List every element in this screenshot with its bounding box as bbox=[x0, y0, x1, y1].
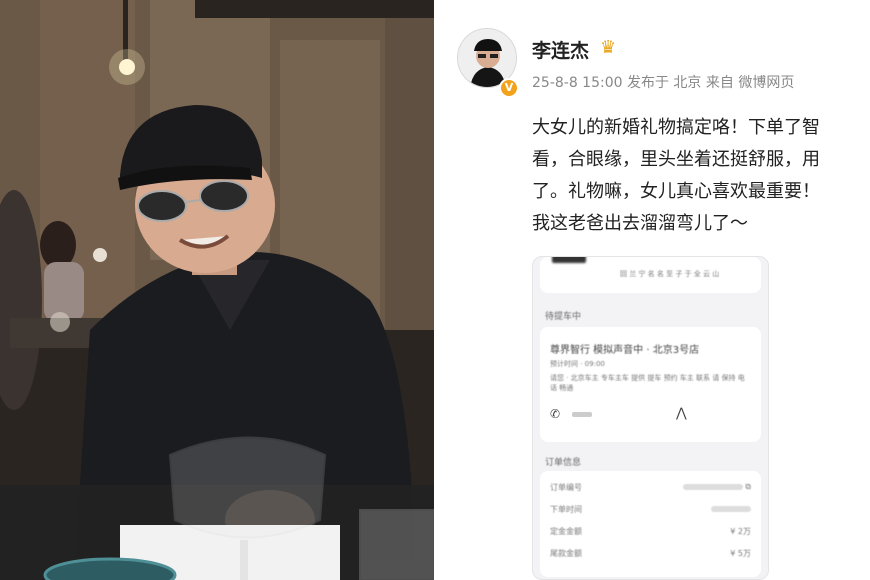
post-text-line: 我这老爸出去溜溜弯儿了～ bbox=[532, 213, 748, 234]
order-row-key: 定金金额 bbox=[550, 527, 582, 536]
embedded-order-screenshot[interactable]: 回 兰 宁 名 名 至 子 于 全 云 山 待提车中 尊界智行 模拟声音中 · … bbox=[532, 256, 769, 580]
username[interactable]: 李连杰 bbox=[532, 36, 589, 63]
crown-icon: ♛ bbox=[600, 37, 617, 58]
phone-text bbox=[572, 412, 592, 417]
post-text-line: 了。礼物嘛，女儿真心喜欢最重要！ bbox=[532, 181, 820, 202]
post-text: 大女儿的新婚礼物搞定咯！下单了智 看，合眼缘，里头坐着还挺舒服，用 了。礼物嘛，… bbox=[532, 112, 870, 240]
order-row-value bbox=[711, 504, 751, 513]
photo bbox=[0, 0, 434, 580]
post-meta: 25-8-8 15:00 发布于 北京 来自 微博网页 bbox=[532, 75, 795, 91]
section-label: 待提车中 bbox=[545, 312, 582, 322]
car-thumbnail bbox=[552, 257, 586, 263]
card-title: 尊界智行 模拟声音中 · 北京3号店 bbox=[550, 345, 700, 356]
order-row-value: ¥ 5万 bbox=[730, 549, 751, 558]
verified-badge: V bbox=[499, 78, 519, 98]
order-row-key: 下单时间 bbox=[550, 505, 582, 514]
post-text-line: 大女儿的新婚礼物搞定咯！下单了智 bbox=[532, 117, 820, 138]
order-info-card: 订单编号 ⧉ 下单时间 定金金额 ¥ 2万 尾款金额 ¥ 5万 bbox=[540, 471, 761, 577]
post-text-line: 看，合眼缘，里头坐着还挺舒服，用 bbox=[532, 149, 820, 170]
pickup-card: 尊界智行 模拟声音中 · 北京3号店 预计时间 · 09:00 请您 · 北京车… bbox=[540, 327, 761, 442]
top-card: 回 兰 宁 名 名 至 子 于 全 云 山 bbox=[540, 257, 761, 293]
order-row: 订单编号 ⧉ bbox=[550, 477, 751, 499]
section-label: 订单信息 bbox=[545, 458, 582, 468]
order-row: 尾款金额 ¥ 5万 bbox=[550, 543, 751, 565]
order-row: 下单时间 bbox=[550, 499, 751, 521]
order-row-key: 订单编号 bbox=[550, 483, 582, 492]
phone-icon[interactable]: ✆ bbox=[550, 407, 560, 421]
top-line-text: 回 兰 宁 名 名 至 子 于 全 云 山 bbox=[620, 270, 720, 278]
order-row-key: 尾款金额 bbox=[550, 549, 582, 558]
restaurant-photo bbox=[0, 0, 434, 580]
weibo-post: V 李连杰 ♛ 25-8-8 15:00 发布于 北京 来自 微博网页 大女儿的… bbox=[437, 0, 870, 580]
order-row: 定金金额 ¥ 2万 bbox=[550, 521, 751, 543]
order-row-value: ⧉ bbox=[682, 482, 751, 492]
card-subtitle: 预计时间 · 09:00 bbox=[550, 360, 605, 368]
card-description: 请您 · 北京车主 专车主车 提供 提车 预约 车主 联系 请 保持 电话 畅通 bbox=[550, 374, 745, 392]
navigation-icon[interactable]: ⋀ bbox=[676, 406, 687, 421]
order-row-value: ¥ 2万 bbox=[730, 527, 751, 536]
